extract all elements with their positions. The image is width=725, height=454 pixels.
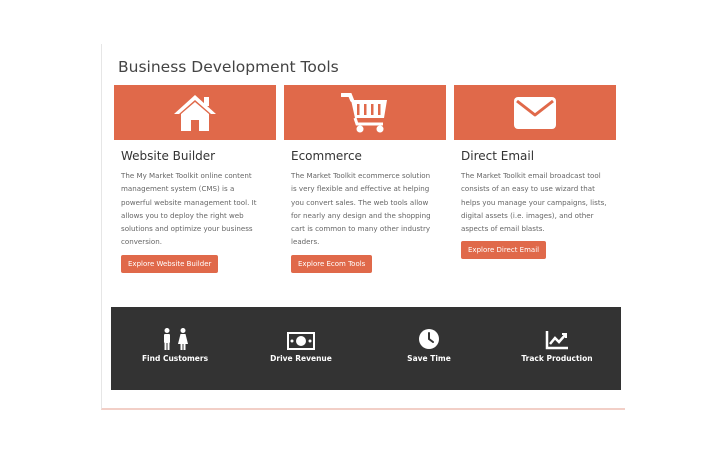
people-icon <box>164 328 188 350</box>
stat-label: Drive Revenue <box>270 354 332 363</box>
desc-line: The Market Toolkit email broadcast tool <box>461 171 601 180</box>
explore-website-builder-button[interactable]: Explore Website Builder <box>121 254 219 273</box>
card-description: The Market Toolkit ecommerce solution is… <box>291 169 453 249</box>
desc-line: solutions and optimize your business <box>121 224 253 234</box>
desc-line: helps you manage your campaigns, lists, <box>461 197 607 207</box>
card-website-builder: Website Builder The My Market Toolkit on… <box>114 85 276 273</box>
money-icon <box>287 332 315 350</box>
envelope-icon <box>514 96 556 129</box>
desc-line: aspects of email blasts. <box>461 224 545 234</box>
card-banner <box>454 85 616 140</box>
house-icon <box>174 94 216 131</box>
card-title: Direct Email <box>461 149 535 163</box>
card-direct-email: Direct Email The Market Toolkit email br… <box>454 85 616 260</box>
card-title: Ecommerce <box>291 149 362 163</box>
stat-label: Track Production <box>521 354 593 363</box>
shopping-cart-icon <box>341 92 387 132</box>
desc-line: for nearly any design and the shopping <box>291 210 431 220</box>
desc-line: powerful website management tool. It <box>121 197 257 207</box>
clock-icon <box>419 329 439 349</box>
card-banner <box>114 85 276 140</box>
explore-ecom-tools-button[interactable]: Explore Ecom Tools <box>291 254 373 273</box>
desc-line: allows you to deploy the right web <box>121 210 244 220</box>
desc-line: cart is common to many other industry <box>291 224 431 234</box>
stat-label: Save Time <box>407 354 451 363</box>
desc-line: digital assets (i.e. images), and other <box>461 210 594 220</box>
card-title: Website Builder <box>121 149 216 163</box>
desc-line: consists of an easy to use wizard that <box>461 184 595 194</box>
stat-track-production: Track Production <box>497 307 617 363</box>
benefits-band: Find Customers Drive Revenue Save Time T… <box>111 307 621 390</box>
explore-direct-email-button[interactable]: Explore Direct Email <box>461 241 547 260</box>
desc-line: The Market Toolkit ecommerce solution <box>291 171 431 180</box>
card-ecommerce: Ecommerce The Market Toolkit ecommerce s… <box>284 85 446 273</box>
desc-line: The My Market Toolkit online content <box>121 171 252 180</box>
desc-line: is very flexible and effective at helpin… <box>291 184 430 194</box>
card-banner <box>284 85 446 140</box>
stat-save-time: Save Time <box>369 307 489 363</box>
card-description: The Market Toolkit email broadcast tool … <box>461 169 623 235</box>
chart-icon <box>545 331 568 350</box>
business-tools-panel: Business Development Tools Website Build… <box>101 44 625 410</box>
section-title: Business Development Tools <box>118 58 339 76</box>
desc-line: leaders. <box>291 237 320 247</box>
stat-label: Find Customers <box>141 354 209 363</box>
desc-line: management system (CMS) is a <box>121 184 235 194</box>
desc-line: conversion. <box>121 237 162 247</box>
card-description: The My Market Toolkit online content man… <box>121 169 283 249</box>
stat-find-customers: Find Customers <box>115 307 235 363</box>
stat-drive-revenue: Drive Revenue <box>241 307 361 363</box>
desc-line: you convert sales. The web tools allow <box>291 197 429 207</box>
